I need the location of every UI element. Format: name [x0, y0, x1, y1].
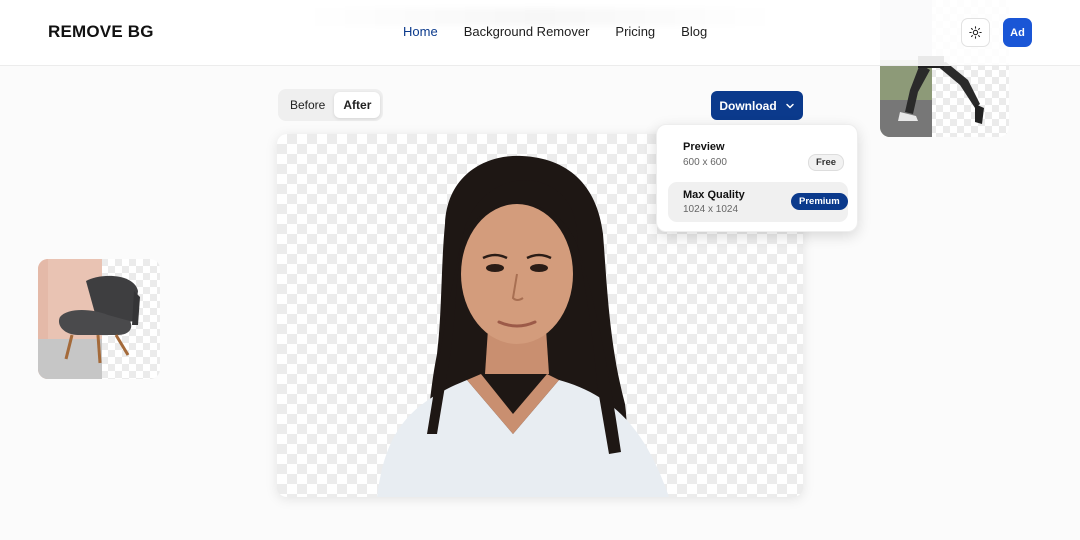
nav-pricing[interactable]: Pricing: [615, 24, 655, 39]
logo[interactable]: REMOVE BG: [48, 22, 154, 42]
theme-toggle-button[interactable]: [961, 18, 990, 47]
chevron-down-icon: [785, 103, 794, 108]
nav-blog[interactable]: Blog: [681, 24, 707, 39]
avatar[interactable]: Ad: [1003, 18, 1032, 47]
main-nav: Home Background Remover Pricing Blog: [403, 24, 733, 39]
download-button[interactable]: Download: [711, 91, 803, 120]
chair-image: [38, 259, 140, 379]
nav-background-remover[interactable]: Background Remover: [464, 24, 590, 39]
free-badge: Free: [808, 154, 845, 171]
download-option-max-quality[interactable]: Max Quality 1024 x 1024 Premium: [668, 182, 848, 222]
option-size: 1024 x 1024: [683, 204, 739, 215]
toggle-after[interactable]: After: [334, 92, 381, 118]
download-dropdown: Preview 600 x 600 Free Max Quality 1024 …: [656, 124, 858, 232]
nav-home[interactable]: Home: [403, 24, 438, 39]
option-size: 600 x 600: [683, 157, 727, 168]
premium-badge: Premium: [791, 193, 848, 210]
download-option-preview[interactable]: Preview 600 x 600 Free: [668, 134, 848, 174]
example-chair-card[interactable]: [38, 259, 160, 379]
top-header: REMOVE BG Home Background Remover Pricin…: [0, 0, 1080, 66]
sun-icon: [969, 26, 982, 39]
option-title: Max Quality: [683, 189, 745, 201]
download-button-label: Download: [719, 98, 777, 113]
toggle-before[interactable]: Before: [281, 92, 334, 118]
before-after-toggle: Before After: [278, 89, 383, 121]
option-title: Preview: [683, 141, 725, 153]
